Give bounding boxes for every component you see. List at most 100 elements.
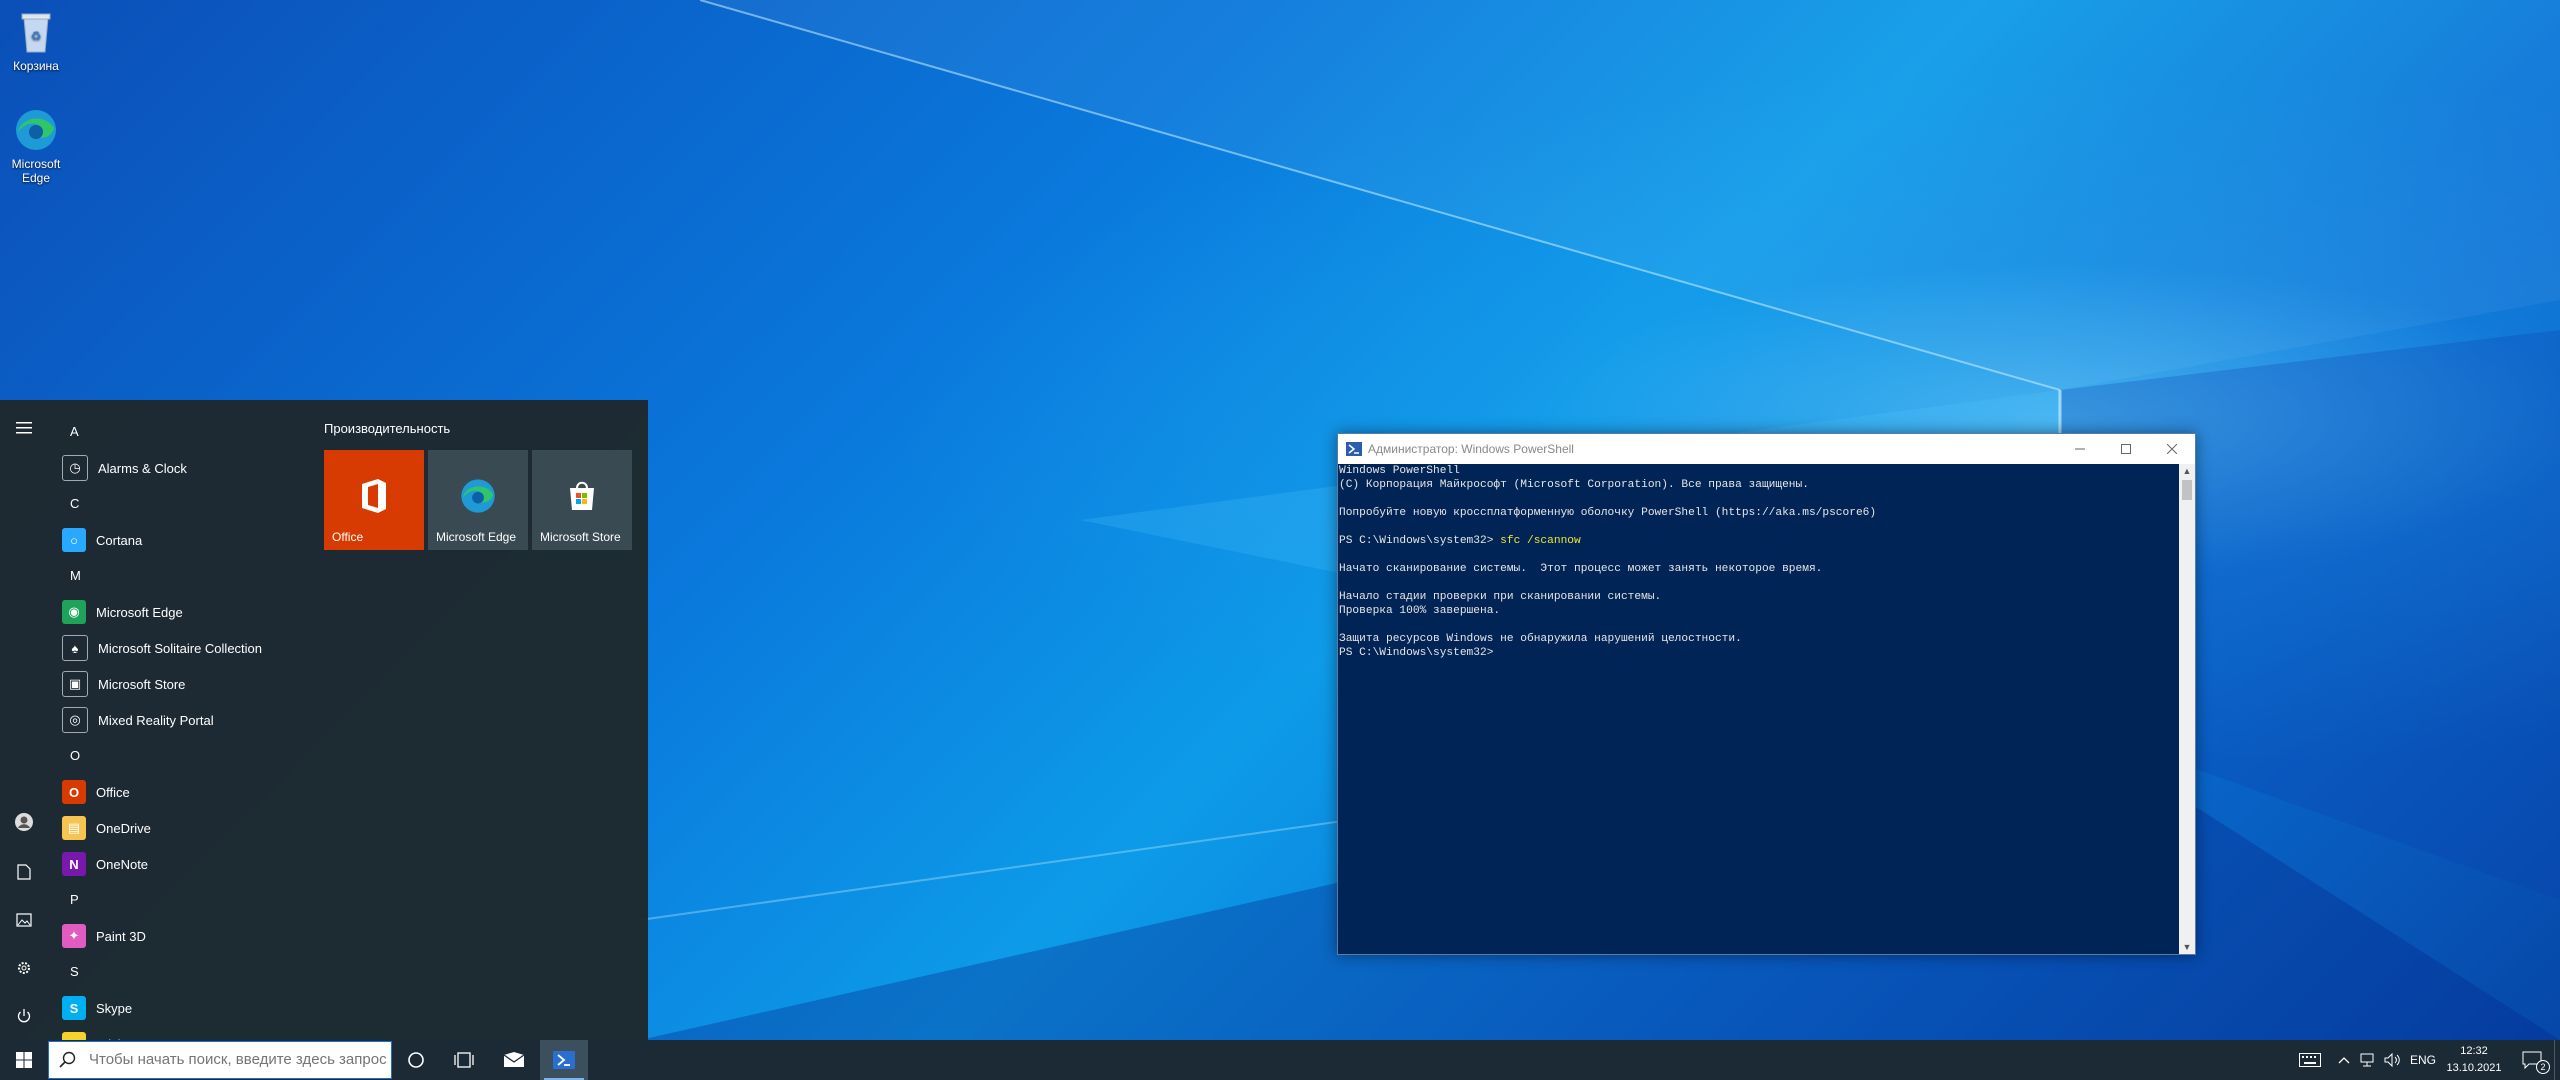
app-list-item[interactable]: O Office xyxy=(56,774,316,810)
taskbar: ENG 12:32 13.10.2021 2 xyxy=(0,1040,2560,1080)
svg-text:♻: ♻ xyxy=(31,29,42,43)
keyboard-icon xyxy=(2299,1053,2321,1067)
app-list-item-label: Cortana xyxy=(96,532,143,548)
console-output[interactable]: Windows PowerShell (C) Корпорация Майкрос… xyxy=(1338,464,2175,954)
tray-show-hidden-icons[interactable] xyxy=(2334,1040,2354,1080)
scrollbar-thumb[interactable] xyxy=(2182,480,2192,500)
start-menu: A ◷ Alarms & Clock C ○ Cortana M ◉ Microsoft Edg… xyxy=(0,400,648,1040)
maximize-button[interactable] xyxy=(2103,434,2149,464)
sticky-notes-icon: ▬ xyxy=(62,1032,86,1040)
powershell-window: Администратор: Windows PowerShell Window… xyxy=(1337,433,2196,955)
console-line: PS C:\Windows\system32> xyxy=(1339,646,2175,660)
app-list-item-label: OneNote xyxy=(96,856,149,872)
paint3d-icon: ✦ xyxy=(62,924,86,948)
cards-icon: ♠ xyxy=(62,635,88,661)
store-icon: ▣ xyxy=(62,671,88,697)
app-list-item[interactable]: ◉ Microsoft Edge xyxy=(56,594,316,630)
office-icon: O xyxy=(62,780,86,804)
documents-icon[interactable] xyxy=(12,860,36,884)
mail-icon xyxy=(503,1052,525,1067)
console-line-text: Начато сканирование системы. Этот процес… xyxy=(1339,563,1823,575)
tile-label: Microsoft Store xyxy=(540,530,621,544)
taskbar-search-box[interactable] xyxy=(48,1041,392,1079)
power-icon[interactable] xyxy=(12,1004,36,1028)
search-input[interactable] xyxy=(87,1050,391,1069)
desktop-icon-recycle-bin[interactable]: ♻ Корзина xyxy=(1,8,71,73)
hamburger-menu-icon[interactable] xyxy=(12,416,36,440)
tile-microsoft-edge[interactable]: Microsoft Edge xyxy=(428,450,528,550)
app-list-item[interactable]: S Skype xyxy=(56,990,316,1026)
app-list-item[interactable]: ✦ Paint 3D xyxy=(56,918,316,954)
taskbar-powershell-app[interactable] xyxy=(540,1040,588,1080)
start-rail xyxy=(0,400,48,1040)
cortana-button[interactable] xyxy=(392,1040,440,1080)
chevron-up-icon xyxy=(2338,1057,2350,1064)
app-list-item-label: Microsoft Edge xyxy=(96,604,183,620)
app-list-item[interactable]: ◷ Alarms & Clock xyxy=(56,450,316,486)
app-list-item-label: Mixed Reality Portal xyxy=(98,712,214,728)
settings-gear-icon[interactable] xyxy=(12,956,36,980)
app-list-item[interactable]: N OneNote xyxy=(56,846,316,882)
console-line-text: PS C:\Windows\system32> xyxy=(1339,647,1494,659)
app-list-item[interactable]: ○ Cortana xyxy=(56,522,316,558)
tile-group-title: Производительность xyxy=(324,421,451,436)
tile-microsoft-store[interactable]: Microsoft Store xyxy=(532,450,632,550)
tile-area: Производительность Office Microsoft Edge… xyxy=(322,414,632,550)
maximize-icon xyxy=(2121,444,2131,454)
console-line: (C) Корпорация Майкрософт (Microsoft Cor… xyxy=(1339,478,2175,492)
scroll-up-icon[interactable]: ▲ xyxy=(2179,464,2195,478)
app-list-letter-header[interactable]: C xyxy=(56,486,316,522)
app-list-item-label: Paint 3D xyxy=(96,928,146,944)
app-list-item[interactable]: ▣ Microsoft Store xyxy=(56,666,316,702)
app-list-item-label: OneDrive xyxy=(96,820,151,836)
close-button[interactable] xyxy=(2149,434,2195,464)
minimize-button[interactable] xyxy=(2057,434,2103,464)
tray-notifications[interactable]: 2 xyxy=(2512,1040,2552,1080)
console-line-text: (C) Корпорация Майкрософт (Microsoft Cor… xyxy=(1339,479,1809,491)
app-list-item-label: Alarms & Clock xyxy=(98,460,187,476)
tile-office[interactable]: Office xyxy=(324,450,424,550)
tray-volume[interactable] xyxy=(2380,1040,2406,1080)
start-button[interactable] xyxy=(0,1040,48,1080)
app-list-item[interactable]: ◎ Mixed Reality Portal xyxy=(56,702,316,738)
scroll-down-icon[interactable]: ▼ xyxy=(2179,940,2195,954)
console-line: Windows PowerShell xyxy=(1339,464,2175,478)
taskbar-mail-app[interactable] xyxy=(490,1040,538,1080)
window-titlebar[interactable]: Администратор: Windows PowerShell xyxy=(1338,434,2195,464)
skype-icon: S xyxy=(62,996,86,1020)
app-list-item[interactable]: ▤ OneDrive xyxy=(56,810,316,846)
app-list-letter-header[interactable]: O xyxy=(56,738,316,774)
search-icon xyxy=(59,1051,77,1069)
tray-network[interactable] xyxy=(2354,1040,2380,1080)
tray-keyboard[interactable] xyxy=(2290,1040,2330,1080)
app-list-letter-header[interactable]: M xyxy=(56,558,316,594)
console-line-text: Защита ресурсов Windows не обнаружила на… xyxy=(1339,633,1742,645)
show-desktop-button[interactable] xyxy=(2554,1040,2560,1080)
user-avatar-icon[interactable] xyxy=(12,810,36,834)
console-line-text: Попробуйте новую кроссплатформенную обол… xyxy=(1339,507,1877,519)
app-list-letter-header[interactable]: S xyxy=(56,954,316,990)
powershell-icon xyxy=(1346,442,1362,456)
minimize-icon xyxy=(2075,448,2085,450)
app-list-item[interactable]: ♠ Microsoft Solitaire Collection xyxy=(56,630,316,666)
app-list-letter-header[interactable]: A xyxy=(56,414,316,450)
powershell-icon xyxy=(553,1051,575,1069)
app-list-item-label: Microsoft Store xyxy=(98,676,186,692)
console-line-text: PS C:\Windows\system32> xyxy=(1339,535,1501,547)
vertical-scrollbar[interactable]: ▲ ▼ xyxy=(2179,464,2195,954)
app-list-letter-header[interactable]: P xyxy=(56,882,316,918)
desktop-icon-label: Microsoft Edge xyxy=(11,157,61,185)
console-line: Начато сканирование системы. Этот процес… xyxy=(1339,562,2175,576)
notification-count-badge: 2 xyxy=(2536,1060,2550,1074)
task-view-button[interactable] xyxy=(440,1040,488,1080)
window-title: Администратор: Windows PowerShell xyxy=(1368,442,1574,456)
app-list-item-label: Microsoft Solitaire Collection xyxy=(98,640,263,656)
desktop-icon-label: Корзина xyxy=(13,59,59,73)
tray-clock[interactable]: 12:32 13.10.2021 xyxy=(2434,1043,2514,1077)
app-list-item[interactable]: ▬Sticky Notes xyxy=(56,1026,316,1040)
pictures-icon[interactable] xyxy=(12,908,36,932)
desktop-icon-microsoft-edge[interactable]: Microsoft Edge xyxy=(1,106,71,185)
